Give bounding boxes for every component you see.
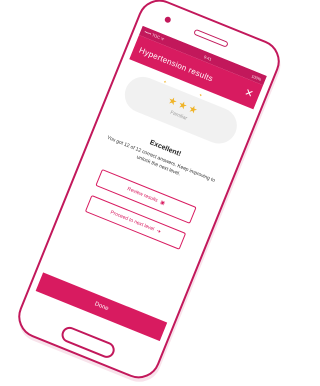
arrow-right-icon: ➜	[155, 228, 162, 236]
phone-mockup: ••••• TOC ᯤ 9:41 100% Hypertension resul…	[11, 0, 287, 385]
review-results-label: Review results	[126, 186, 159, 204]
done-label: Done	[93, 301, 110, 313]
sparkle-icon: ✦	[198, 92, 204, 98]
stage: ••••• TOC ᯤ 9:41 100% Hypertension resul…	[0, 0, 288, 386]
app-screen: ••••• TOC ᯤ 9:41 100% Hypertension resul…	[30, 25, 267, 355]
calendar-icon: ▣	[159, 199, 166, 207]
star-icon: ★	[186, 103, 199, 117]
close-icon[interactable]: ✕	[243, 87, 255, 100]
time-text: 9:41	[203, 53, 213, 62]
proceed-label: Proceed to next level	[109, 209, 155, 233]
